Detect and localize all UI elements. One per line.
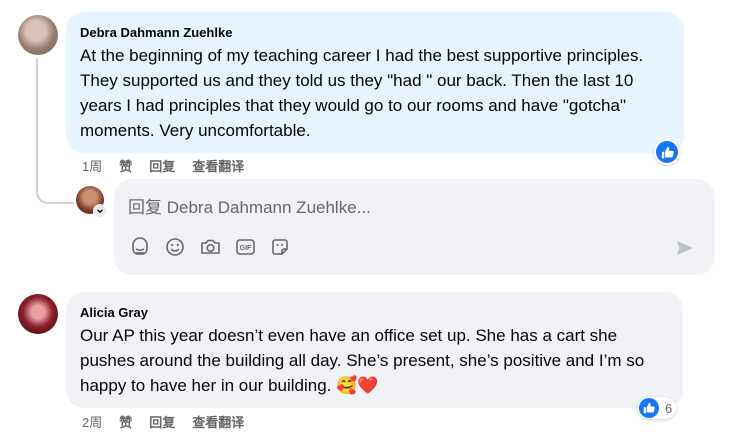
- like-reaction-badge[interactable]: [654, 139, 680, 165]
- comment-text: At the beginning of my teaching career I…: [80, 46, 644, 140]
- avatar-alicia[interactable]: [18, 294, 58, 334]
- gif-icon[interactable]: GIF: [234, 236, 256, 258]
- send-icon[interactable]: [674, 237, 696, 259]
- like-icon: [661, 146, 674, 158]
- reaction-count: 6: [665, 400, 673, 416]
- comment-bubble-debra: Debra Dahmann Zuehlke At the beginning o…: [66, 12, 684, 153]
- like-icon: [639, 398, 659, 418]
- reply-composer: 回复 Debra Dahmann Zuehlke... GIF: [114, 179, 715, 275]
- avatar-debra[interactable]: [18, 15, 58, 55]
- comment-text: Our AP this year doesn’t even have an of…: [80, 323, 670, 398]
- reaction-summary[interactable]: 6: [638, 397, 677, 419]
- camera-icon[interactable]: [199, 236, 221, 258]
- comment-actions-debra: 1周 赞 回复 查看翻译: [82, 156, 261, 175]
- see-translation-link[interactable]: 查看翻译: [192, 156, 244, 175]
- reply-input[interactable]: 回复 Debra Dahmann Zuehlke...: [128, 193, 688, 218]
- see-translation-link[interactable]: 查看翻译: [192, 412, 244, 431]
- like-button[interactable]: 赞: [119, 412, 132, 431]
- sticker-icon[interactable]: [129, 236, 151, 258]
- chevron-down-icon[interactable]: [93, 204, 107, 218]
- svg-text:GIF: GIF: [239, 245, 251, 252]
- comment-emoji: 🥰❤️: [336, 376, 379, 395]
- comment-time[interactable]: 2周: [82, 412, 102, 431]
- comment-actions-alicia: 2周 赞 回复 查看翻译: [82, 412, 261, 431]
- emoji-icon[interactable]: [164, 236, 186, 258]
- comment-bubble-alicia: Alicia Gray Our AP this year doesn’t eve…: [66, 292, 683, 408]
- avatar-sticker-icon[interactable]: [269, 236, 291, 258]
- comment-author[interactable]: Alicia Gray: [80, 305, 148, 320]
- like-button[interactable]: 赞: [119, 156, 132, 175]
- reply-button[interactable]: 回复: [149, 156, 175, 175]
- comment-time[interactable]: 1周: [82, 156, 102, 175]
- comment-author[interactable]: Debra Dahmann Zuehlke: [80, 25, 232, 40]
- reply-button[interactable]: 回复: [149, 412, 175, 431]
